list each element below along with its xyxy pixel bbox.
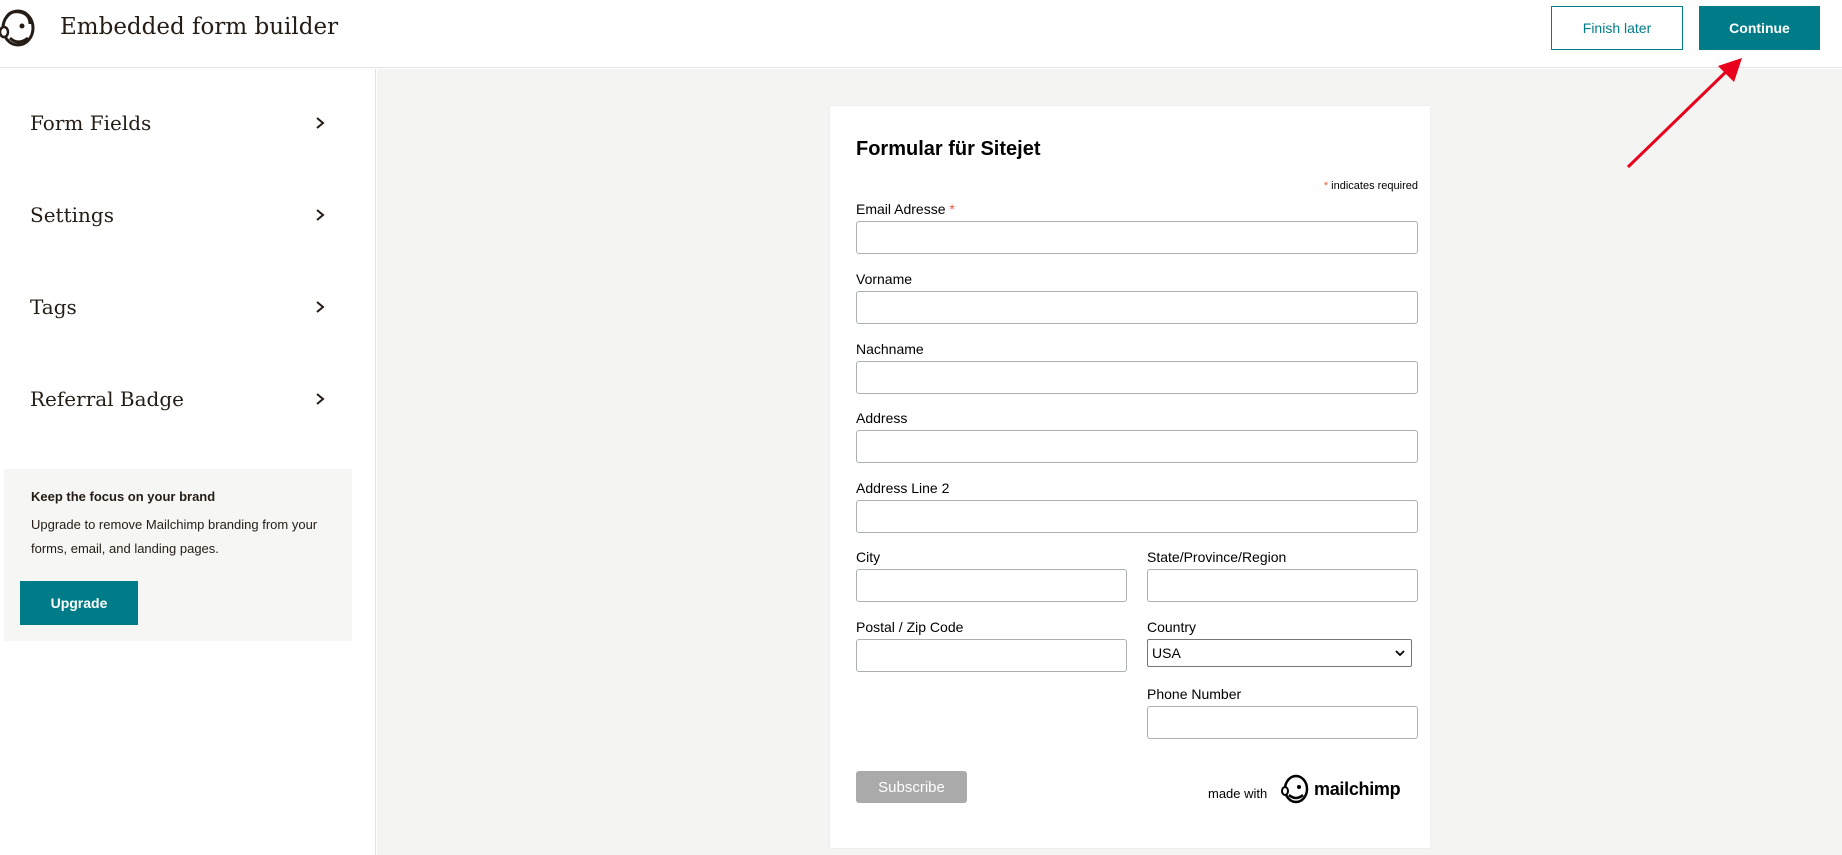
top-header: Embedded form builder Finish later Conti…	[0, 0, 1842, 68]
address-line2-label: Address Line 2	[856, 480, 950, 496]
phone-field[interactable]	[1147, 706, 1418, 739]
mailchimp-freddie-icon[interactable]	[0, 8, 38, 52]
sidebar: Form Fields Settings Tags Referral Badge…	[0, 69, 376, 855]
promo-text: Upgrade to remove Mailchimp branding fro…	[31, 517, 318, 556]
city-field[interactable]	[856, 569, 1127, 602]
nachname-field[interactable]	[856, 361, 1418, 394]
city-label: City	[856, 549, 881, 565]
address-label: Address	[856, 410, 908, 426]
email-field[interactable]	[856, 221, 1418, 254]
phone-label: Phone Number	[1147, 686, 1242, 702]
country-label: Country	[1147, 619, 1197, 635]
required-star: *	[949, 201, 955, 217]
mailchimp-wordmark: mailchimp	[1314, 778, 1401, 799]
vorname-field[interactable]	[856, 291, 1418, 324]
upgrade-button[interactable]: Upgrade	[20, 581, 138, 625]
sidebar-item-settings[interactable]: Settings	[30, 185, 326, 245]
vorname-label: Vorname	[856, 271, 913, 287]
sidebar-item-referral-badge[interactable]: Referral Badge	[30, 369, 326, 429]
address-field[interactable]	[856, 430, 1418, 463]
state-label: State/Province/Region	[1147, 549, 1287, 565]
required-note: * indicates required	[1324, 180, 1418, 192]
nachname-label: Nachname	[856, 341, 924, 357]
subscribe-button[interactable]: Subscribe	[856, 771, 967, 803]
chevron-right-icon	[316, 393, 325, 405]
page-title: Embedded form builder	[60, 14, 339, 40]
chevron-right-icon	[316, 301, 325, 313]
chevron-down-icon	[1395, 650, 1405, 657]
sidebar-item-tags[interactable]: Tags	[30, 277, 326, 337]
sidebar-item-label: Referral Badge	[30, 387, 184, 411]
sidebar-item-label: Settings	[30, 203, 114, 227]
upgrade-promo: Keep the focus on your brand Upgrade to …	[4, 469, 352, 641]
email-label: Email Adresse *	[856, 201, 955, 217]
address-line2-field[interactable]	[856, 500, 1418, 533]
chevron-right-icon	[316, 117, 325, 129]
mailchimp-freddie-icon	[1281, 774, 1309, 804]
country-select[interactable]: USA	[1147, 639, 1412, 667]
continue-button[interactable]: Continue	[1699, 6, 1820, 50]
made-with-text: made with	[1208, 786, 1268, 801]
finish-later-button[interactable]: Finish later	[1551, 6, 1683, 50]
sidebar-item-label: Form Fields	[30, 111, 152, 135]
required-note-text: indicates required	[1331, 180, 1418, 192]
chevron-right-icon	[316, 209, 325, 221]
state-field[interactable]	[1147, 569, 1418, 602]
required-star: *	[1323, 180, 1329, 192]
promo-title: Keep the focus on your brand	[31, 489, 216, 504]
zip-label: Postal / Zip Code	[856, 619, 964, 635]
sidebar-item-label: Tags	[30, 295, 77, 319]
zip-field[interactable]	[856, 639, 1127, 672]
country-select-value: USA	[1152, 645, 1181, 661]
email-label-text: Email Adresse	[856, 201, 946, 217]
form-preview-canvas: Formular für Sitejet * indicates require…	[377, 69, 1842, 855]
sidebar-item-form-fields[interactable]: Form Fields	[30, 93, 326, 153]
mailchimp-badge[interactable]: mailchimp	[1281, 773, 1401, 805]
form-preview-card: Formular für Sitejet * indicates require…	[830, 106, 1430, 848]
form-title: Formular für Sitejet	[856, 138, 1041, 160]
